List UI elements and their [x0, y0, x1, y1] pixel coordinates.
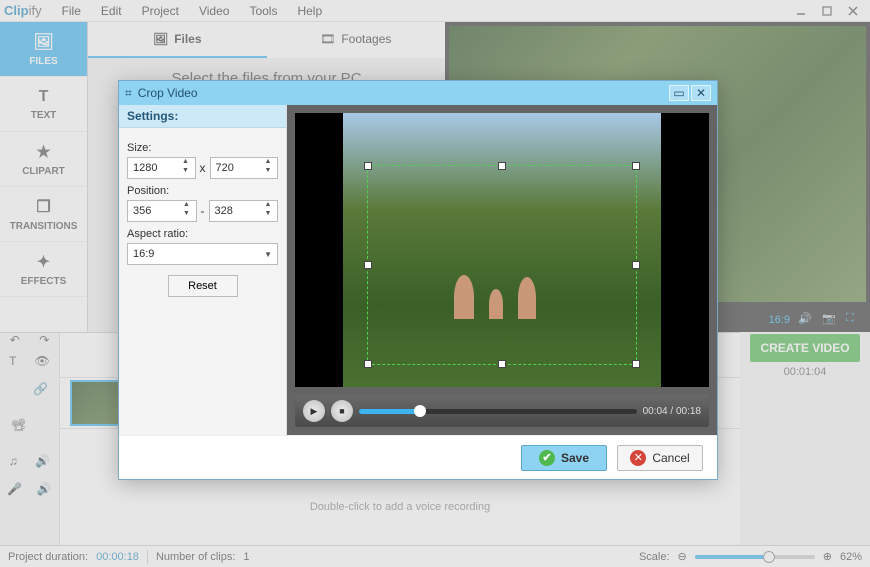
dialog-titlebar[interactable]: ⌗ Crop Video ▭ ✕: [119, 81, 717, 105]
crop-handle[interactable]: [632, 360, 640, 368]
size-label: Size:: [127, 142, 278, 154]
crop-canvas-area: ▶ ■ 00:04 / 00:18: [287, 105, 717, 435]
position-label: Position:: [127, 185, 278, 197]
spin-down-icon[interactable]: ▼: [179, 168, 193, 177]
crop-handle[interactable]: [498, 162, 506, 170]
dialog-title: Crop Video: [138, 86, 198, 100]
reset-button[interactable]: Reset: [168, 275, 238, 297]
aspect-ratio-label: Aspect ratio:: [127, 228, 278, 240]
size-width-input[interactable]: 1280▲▼: [127, 157, 196, 179]
position-y-input[interactable]: 328▲▼: [209, 200, 279, 222]
crop-handle[interactable]: [632, 162, 640, 170]
save-button[interactable]: ✔Save: [521, 445, 607, 471]
size-separator: x: [200, 161, 206, 175]
playback-time: 00:04 / 00:18: [643, 406, 701, 417]
position-x-input[interactable]: 356▲▼: [127, 200, 197, 222]
crop-handle[interactable]: [498, 360, 506, 368]
playback-bar: ▶ ■ 00:04 / 00:18: [295, 395, 709, 427]
play-button[interactable]: ▶: [303, 400, 325, 422]
crop-handle[interactable]: [364, 261, 372, 269]
size-height-input[interactable]: 720▲▼: [210, 157, 279, 179]
settings-header: Settings:: [119, 105, 286, 128]
position-separator: -: [201, 204, 205, 218]
check-icon: ✔: [539, 450, 555, 466]
crop-handle[interactable]: [364, 360, 372, 368]
crop-video-dialog: ⌗ Crop Video ▭ ✕ Settings: Size: 1280▲▼ …: [118, 80, 718, 480]
spin-down-icon[interactable]: ▼: [261, 168, 275, 177]
crop-icon: ⌗: [125, 86, 132, 101]
close-icon: ✕: [630, 450, 646, 466]
dialog-maximize-button[interactable]: ▭: [669, 85, 689, 101]
chevron-down-icon: ▼: [264, 250, 272, 259]
spin-down-icon[interactable]: ▼: [261, 211, 275, 220]
crop-handle[interactable]: [632, 261, 640, 269]
spin-down-icon[interactable]: ▼: [180, 211, 194, 220]
seek-slider[interactable]: [359, 409, 637, 414]
cancel-button[interactable]: ✕Cancel: [617, 445, 703, 471]
dialog-close-button[interactable]: ✕: [691, 85, 711, 101]
crop-handle[interactable]: [364, 162, 372, 170]
crop-canvas[interactable]: [295, 113, 709, 387]
settings-panel: Settings: Size: 1280▲▼ x 720▲▼ Position:…: [119, 105, 287, 435]
crop-selection[interactable]: [367, 165, 638, 365]
stop-button[interactable]: ■: [331, 400, 353, 422]
aspect-ratio-select[interactable]: 16:9▼: [127, 243, 278, 265]
